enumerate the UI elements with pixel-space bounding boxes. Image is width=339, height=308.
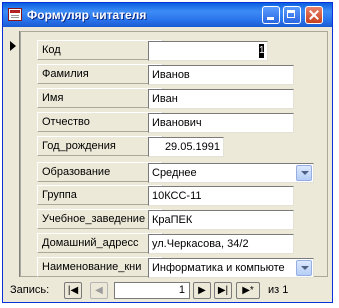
record-label: Запись: — [10, 284, 50, 296]
current-record-pointer-icon — [10, 41, 16, 51]
record-number-input[interactable]: 1 — [114, 282, 190, 299]
familiya-field[interactable]: Иванов — [148, 65, 294, 85]
kod-field[interactable]: 1 — [148, 41, 268, 61]
obrazovanie-combo[interactable]: Среднее — [148, 163, 314, 183]
record-navigation-bar: Запись: |◀ ◀ 1 ▶ ▶| ▶* из 1 — [6, 281, 328, 301]
domashniy-adres-field[interactable]: ул.Черкасова, 34/2 — [148, 234, 294, 254]
last-record-button[interactable]: ▶| — [214, 282, 232, 299]
first-record-button[interactable]: |◀ — [64, 282, 82, 299]
form-icon — [8, 8, 22, 21]
form-body: Код 1 Фамилия Иванов Имя Иван Отчество И… — [20, 31, 328, 278]
close-button[interactable] — [305, 6, 323, 24]
label-naimenovanie: Наименование_кни — [37, 257, 163, 277]
obrazovanie-value: Среднее — [152, 167, 197, 179]
label-god-rozhdeniya: Год_рождения — [37, 136, 163, 156]
gruppa-field[interactable]: 10КСС-11 — [148, 186, 294, 206]
imya-field[interactable]: Иван — [148, 89, 294, 109]
otchestvo-field[interactable]: Иванович — [148, 113, 294, 133]
label-familiya: Фамилия — [37, 64, 163, 84]
naimenovanie-value: Информатика и компьюте — [152, 262, 285, 274]
god-rozhdeniya-field[interactable]: 29.05.1991 — [148, 137, 224, 157]
label-uchebnoe-zavedenie: Учебное_заведение — [37, 209, 163, 229]
chevron-down-icon[interactable] — [296, 165, 312, 181]
record-selector[interactable] — [6, 31, 20, 277]
form-window: Формуляр читателя Код 1 Фамилия Иванов И… — [2, 2, 333, 303]
label-kod: Код — [37, 40, 163, 60]
title-bar[interactable]: Формуляр читателя — [3, 3, 332, 27]
label-obrazovanie: Образование — [37, 162, 163, 182]
label-imya: Имя — [37, 88, 163, 108]
chevron-down-icon[interactable] — [296, 260, 312, 276]
label-otchestvo: Отчество — [37, 112, 163, 132]
label-gruppa: Группа — [37, 185, 163, 205]
naimenovanie-combo[interactable]: Информатика и компьюте — [148, 258, 314, 278]
maximize-button[interactable] — [283, 6, 301, 24]
uchebnoe-zavedenie-field[interactable]: КраПЕК — [148, 210, 294, 230]
previous-record-button[interactable]: ◀ — [90, 282, 108, 299]
new-record-button[interactable]: ▶* — [236, 282, 260, 299]
label-domashniy-adres: Домашний_адресс — [37, 233, 163, 253]
kod-value: 1 — [259, 44, 265, 59]
record-count: из 1 — [268, 284, 289, 296]
minimize-button[interactable] — [262, 6, 280, 24]
window-title: Формуляр читателя — [27, 8, 147, 22]
next-record-button[interactable]: ▶ — [193, 282, 211, 299]
